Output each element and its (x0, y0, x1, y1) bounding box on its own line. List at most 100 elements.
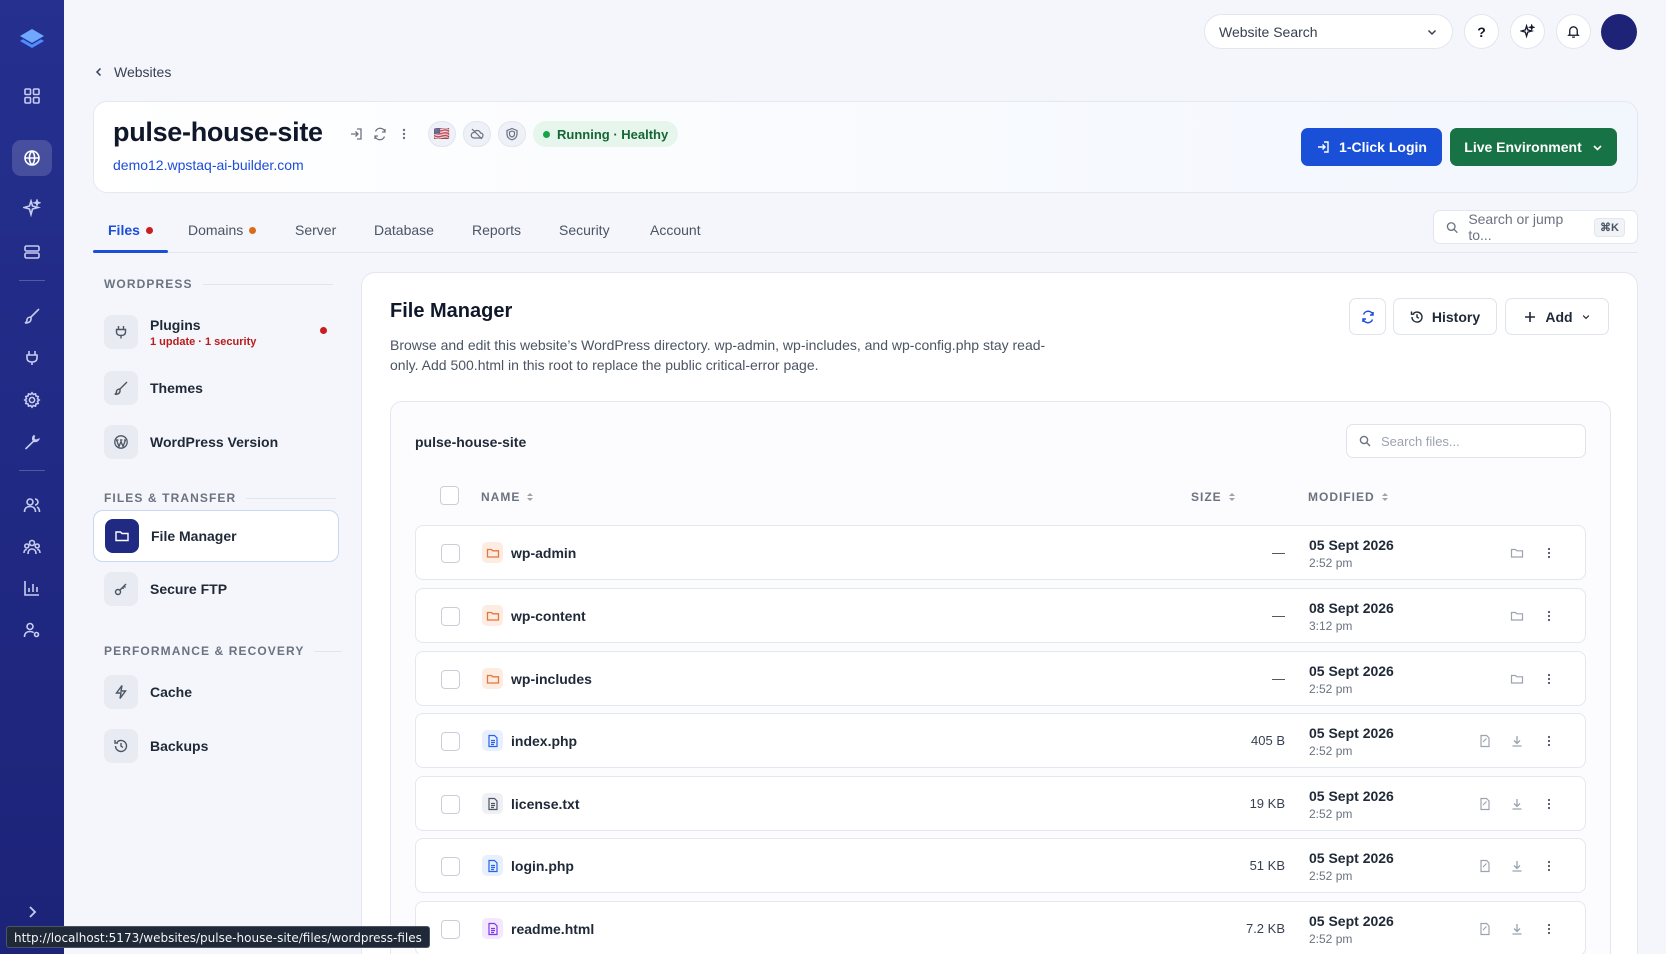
download-icon[interactable] (1510, 734, 1524, 748)
folder-icon (482, 542, 503, 563)
more-vertical-icon[interactable] (1542, 922, 1556, 936)
tab-database[interactable]: Database (374, 222, 434, 238)
plug-icon[interactable] (12, 340, 52, 376)
sidebar-item-file-manager[interactable]: File Manager (93, 510, 339, 562)
tab-reports[interactable]: Reports (472, 222, 521, 238)
region-flag-badge[interactable]: 🇺🇸 (428, 121, 456, 147)
file-name[interactable]: wp-includes (511, 671, 592, 687)
tab-account[interactable]: Account (650, 222, 701, 238)
rail-divider (19, 280, 45, 281)
sidebar-item-cache[interactable]: Cache (93, 666, 339, 718)
globe-icon[interactable] (12, 140, 52, 176)
more-vertical-icon[interactable] (1542, 797, 1556, 811)
column-header-size[interactable]: SIZE (1191, 490, 1236, 504)
column-header-name[interactable]: NAME (481, 490, 534, 504)
website-search-select[interactable]: Website Search (1204, 14, 1453, 49)
refresh-button[interactable] (1349, 298, 1386, 335)
download-icon[interactable] (1510, 797, 1524, 811)
more-vertical-icon[interactable] (1542, 672, 1556, 686)
row-checkbox[interactable] (441, 732, 460, 751)
login-icon[interactable] (349, 127, 363, 141)
settings-gear-icon[interactable] (12, 382, 52, 418)
edit-file-icon[interactable] (1478, 734, 1492, 748)
page-title: File Manager (390, 300, 513, 322)
jump-search-input[interactable]: Search or jump to... ⌘K (1433, 210, 1638, 244)
dashboard-grid-icon[interactable] (12, 78, 52, 114)
user-settings-icon[interactable] (12, 612, 52, 648)
row-checkbox[interactable] (441, 607, 460, 626)
user-avatar[interactable] (1601, 14, 1637, 50)
table-row[interactable]: login.php 51 KB 05 Sept 2026 2:52 pm (415, 838, 1586, 893)
download-icon[interactable] (1510, 922, 1524, 936)
file-name[interactable]: index.php (511, 733, 577, 749)
live-environment-button[interactable]: Live Environment (1450, 128, 1617, 166)
site-url-link[interactable]: demo12.wpstaq-ai-builder.com (113, 157, 304, 173)
breadcrumb[interactable]: Websites (94, 64, 171, 80)
history-button[interactable]: History (1393, 298, 1497, 335)
search-files-input[interactable]: Search files... (1346, 424, 1586, 458)
rail-divider (19, 470, 45, 471)
add-button[interactable]: Add (1505, 298, 1609, 335)
row-checkbox[interactable] (441, 857, 460, 876)
file-name[interactable]: readme.html (511, 921, 594, 937)
sidebar-item-secure-ftp[interactable]: Secure FTP (93, 563, 339, 615)
notifications-button[interactable] (1556, 14, 1591, 49)
edit-file-icon[interactable] (1478, 922, 1492, 936)
file-name[interactable]: license.txt (511, 796, 579, 812)
sidebar-item-wordpress-version[interactable]: WordPress Version (93, 416, 339, 468)
more-vertical-icon[interactable] (1542, 609, 1556, 623)
edit-file-icon[interactable] (1478, 859, 1492, 873)
edit-file-icon[interactable] (1478, 797, 1492, 811)
file-name[interactable]: login.php (511, 858, 574, 874)
sidebar-item-backups[interactable]: Backups (93, 720, 339, 772)
file-name[interactable]: wp-admin (511, 545, 576, 561)
table-row[interactable]: index.php 405 B 05 Sept 2026 2:52 pm (415, 713, 1586, 768)
file-modified-date: 05 Sept 2026 (1309, 913, 1394, 929)
sidebar-item-themes[interactable]: Themes (93, 362, 339, 414)
open-folder-icon[interactable] (1510, 609, 1524, 623)
file-size: 7.2 KB (1245, 921, 1285, 936)
table-row[interactable]: wp-includes — 05 Sept 2026 2:52 pm (415, 651, 1586, 706)
column-header-modified[interactable]: MODIFIED (1308, 490, 1389, 504)
tab-security[interactable]: Security (559, 222, 610, 238)
row-checkbox[interactable] (441, 795, 460, 814)
brush-icon[interactable] (12, 298, 52, 334)
download-icon[interactable] (1510, 859, 1524, 873)
select-all-checkbox[interactable] (440, 486, 459, 505)
expand-chevron-icon[interactable] (12, 894, 52, 930)
one-click-login-button[interactable]: 1-Click Login (1301, 128, 1442, 166)
status-dot (543, 130, 550, 138)
team-icon[interactable] (12, 529, 52, 565)
table-row[interactable]: license.txt 19 KB 05 Sept 2026 2:52 pm (415, 776, 1586, 831)
row-checkbox[interactable] (441, 920, 460, 939)
security-badge[interactable] (498, 121, 526, 147)
refresh-icon[interactable] (373, 127, 387, 141)
tab-server[interactable]: Server (295, 222, 336, 238)
more-vertical-icon[interactable] (397, 127, 411, 141)
app-logo-icon[interactable] (17, 24, 47, 54)
file-name[interactable]: wp-content (511, 608, 586, 624)
open-folder-icon[interactable] (1510, 672, 1524, 686)
row-checkbox[interactable] (441, 670, 460, 689)
sparkle-icon[interactable] (12, 190, 52, 226)
more-vertical-icon[interactable] (1542, 859, 1556, 873)
tab-files[interactable]: Files (108, 222, 153, 238)
cdn-badge[interactable] (463, 121, 491, 147)
more-vertical-icon[interactable] (1542, 546, 1556, 560)
tab-domains[interactable]: Domains (188, 222, 257, 238)
wrench-icon[interactable] (12, 424, 52, 460)
table-row[interactable]: wp-admin — 05 Sept 2026 2:52 pm (415, 525, 1586, 580)
server-icon[interactable] (12, 234, 52, 270)
more-vertical-icon[interactable] (1542, 734, 1556, 748)
table-row[interactable]: readme.html 7.2 KB 05 Sept 2026 2:52 pm (415, 901, 1586, 954)
user-icon[interactable] (12, 487, 52, 523)
row-checkbox[interactable] (441, 544, 460, 563)
ai-assistant-button[interactable] (1510, 14, 1545, 49)
breadcrumb-websites[interactable]: Websites (114, 64, 171, 80)
analytics-chart-icon[interactable] (12, 570, 52, 606)
help-button[interactable]: ? (1464, 14, 1499, 49)
sidebar-item-plugins[interactable]: Plugins 1 update · 1 security (93, 306, 339, 358)
table-row[interactable]: wp-content — 08 Sept 2026 3:12 pm (415, 588, 1586, 643)
open-folder-icon[interactable] (1510, 546, 1524, 560)
folder-icon (105, 519, 139, 553)
